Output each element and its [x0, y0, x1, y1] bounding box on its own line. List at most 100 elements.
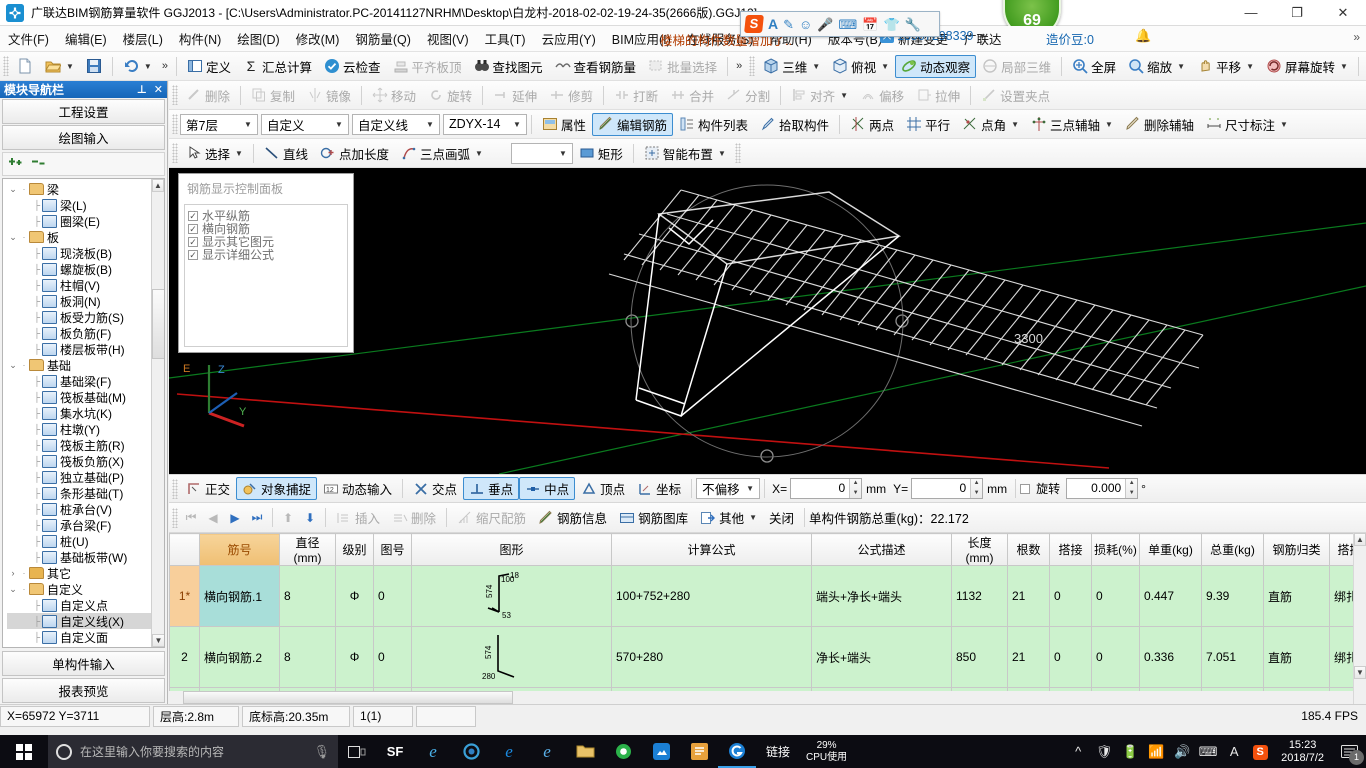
link-label[interactable]: 链接 [756, 735, 800, 768]
battery-icon[interactable]: 🔋 [1117, 744, 1143, 760]
tree-item-4[interactable]: ├ 现浇板(B) [7, 245, 164, 261]
undo-button[interactable]: ▼ [117, 55, 158, 78]
first-row-button[interactable]: ⏮ [180, 510, 202, 525]
project-settings-button[interactable]: 工程设置 [2, 99, 165, 124]
table-cell-单重(kg)[interactable]: 0.336 [1139, 626, 1202, 688]
sogou-tray-icon[interactable]: S [1247, 743, 1273, 760]
zoom-button[interactable]: 缩放 ▼ [1122, 55, 1191, 78]
table-header-3[interactable]: 级别 [335, 533, 374, 566]
chevron-down-icon[interactable]: ⌄ [7, 184, 19, 195]
component-name-select[interactable]: ZDYX-14 ▼ [443, 113, 527, 135]
table-cell-图号[interactable]: 0 [373, 626, 412, 688]
pick-component-button[interactable]: 拾取构件 [754, 113, 835, 136]
chevron-right-icon[interactable]: › [7, 568, 19, 578]
x-input[interactable]: 0 ▲ ▼ [790, 478, 863, 499]
cost-beans[interactable]: 造价豆:0 [1046, 29, 1094, 48]
scroll-thumb[interactable] [152, 289, 164, 359]
clock[interactable]: 15:23 2018/7/2 [1273, 739, 1332, 765]
rotate-checkbox[interactable] [1020, 483, 1031, 494]
chevron-up-icon[interactable]: ^ [1065, 744, 1091, 759]
tree-item-15[interactable]: ├ 柱墩(Y) [7, 421, 164, 437]
snap-midpoint[interactable]: 中点 [519, 477, 576, 500]
table-cell-图形[interactable]: 574 100 18 53 [411, 565, 612, 627]
set-grip-button[interactable]: 设置夹点 [975, 84, 1056, 107]
save-button[interactable] [80, 55, 108, 78]
tree-item-26[interactable]: ├ 自定义点 [7, 597, 164, 613]
table-header-6[interactable]: 计算公式 [611, 533, 812, 566]
draw-extra-select[interactable]: ▼ [510, 142, 573, 164]
toolbar-gripper[interactable] [172, 114, 178, 134]
toolbar-gripper[interactable] [172, 507, 178, 528]
tree-item-7[interactable]: ├ 板洞(N) [7, 293, 164, 309]
object-snap-toggle[interactable]: 对象捕捉 [236, 477, 318, 500]
taskbar-search[interactable]: 在这里输入你要搜索的内容 🎙 [48, 735, 338, 768]
tree-item-29[interactable]: ├尺寸标注(W) [7, 645, 164, 647]
gallery-icon[interactable] [642, 735, 680, 768]
tree-item-1[interactable]: ├ 梁(L) [7, 197, 164, 213]
smart-layout-button[interactable]: 智能布置 ▼ [638, 142, 732, 165]
table-hscrollbar[interactable] [169, 691, 1353, 704]
tree-item-16[interactable]: ├ 筏板主筋(R) [7, 437, 164, 453]
table-cell-筋号[interactable]: 横向钢筋.2 [199, 626, 280, 688]
scroll-up-icon[interactable]: ▲ [1354, 533, 1366, 546]
table-cell-钢筋归类[interactable]: 直筋 [1263, 565, 1330, 627]
cloud-check-button[interactable]: 云检查 [318, 55, 387, 78]
close-grid-button[interactable]: 关闭 [763, 506, 800, 529]
table-cell-总重(kg)[interactable]: 9.39 [1201, 565, 1264, 627]
ie-icon[interactable]: e [528, 735, 566, 768]
y-spinner[interactable]: ▲ ▼ [970, 479, 983, 498]
menu-component[interactable]: 构件(N) [171, 25, 229, 52]
view-3d-button[interactable]: 三维 ▼ [757, 55, 826, 78]
expand-all-icon[interactable] [9, 156, 26, 172]
minimize-button[interactable]: — [1228, 0, 1274, 26]
open-file-button[interactable]: ▼ [39, 55, 80, 78]
spin-up-icon[interactable]: ▲ [850, 479, 861, 489]
floor-select[interactable]: 第7层 ▼ [180, 113, 258, 135]
checkbox-icon[interactable]: ✓ [188, 223, 198, 234]
align-button[interactable]: 对齐 ▼ [785, 84, 854, 107]
scroll-down-icon[interactable]: ▼ [152, 634, 164, 647]
sogou-logo-icon[interactable]: S [744, 15, 764, 33]
define-button[interactable]: 定义 [181, 55, 237, 78]
mic-icon[interactable]: 🎙 [313, 744, 330, 760]
table-header-12[interactable]: 单重(kg) [1139, 533, 1202, 566]
table-header-5[interactable]: 图形 [411, 533, 612, 566]
table-cell-总重(kg)[interactable]: 7.051 [1201, 626, 1264, 688]
other-menu-button[interactable]: 其他 ▼ [694, 506, 763, 529]
table-header-0[interactable] [169, 533, 200, 566]
drawing-input-button[interactable]: 绘图输入 [2, 125, 165, 150]
tree-item-22[interactable]: ├ 桩(U) [7, 533, 164, 549]
rebar-info-button[interactable]: 钢筋信息 [532, 506, 613, 529]
component-list-button[interactable]: 构件列表 [673, 113, 754, 136]
toolbar-gripper[interactable] [172, 478, 178, 499]
top-view-button[interactable]: 俯视 ▼ [826, 55, 895, 78]
chevron-down-icon[interactable]: ⌄ [7, 584, 19, 595]
find-element-button[interactable]: 查找图元 [468, 55, 549, 78]
x-value[interactable]: 0 [791, 479, 849, 498]
tree-item-23[interactable]: ├ 基础板带(W) [7, 549, 164, 565]
table-cell-筋号[interactable]: 横向钢筋.1 [199, 565, 280, 627]
notepad-icon[interactable] [680, 735, 718, 768]
tree-item-18[interactable]: ├ 独立基础(P) [7, 469, 164, 485]
properties-button[interactable]: 属性 [536, 113, 592, 136]
y-value[interactable]: 0 [912, 479, 970, 498]
ime-toolbar[interactable]: S A ✎ ☺ 🎤 ⌨ 📅 👕 🔧 [740, 11, 940, 37]
move-up-button[interactable]: ⬆ [277, 511, 299, 525]
x-spinner[interactable]: ▲ ▼ [849, 479, 862, 498]
ime-calendar-icon[interactable]: 📅 [862, 18, 878, 31]
rebar-display-control-panel[interactable]: 钢筋显示控制面板 ✓ 水平纵筋 ✓ 横向钢筋 ✓ 显示其它图元 ✓ 显示详细公式 [178, 173, 354, 353]
tree-item-10[interactable]: ├ 楼层板带(H) [7, 341, 164, 357]
checkbox-icon[interactable]: ✓ [188, 249, 198, 260]
prev-row-button[interactable]: ◀ [202, 511, 224, 525]
parallel-axis-button[interactable]: 平行 [900, 113, 956, 136]
folder-icon[interactable] [566, 735, 604, 768]
rotate-value[interactable]: 0.000 [1067, 479, 1125, 498]
hscroll-thumb[interactable] [183, 691, 513, 704]
tree-item-28[interactable]: ├ 自定义面 [7, 629, 164, 645]
table-header-8[interactable]: 长度(mm) [951, 533, 1008, 566]
toolbar1b-overflow-icon[interactable]: » [732, 60, 746, 72]
table-cell-长度(mm)[interactable]: 1132 [951, 565, 1008, 627]
table-header-2[interactable]: 直径(mm) [279, 533, 336, 566]
dimension-button[interactable]: 尺寸标注 ▼ [1200, 113, 1294, 136]
table-cell-图号[interactable]: 0 [373, 565, 412, 627]
